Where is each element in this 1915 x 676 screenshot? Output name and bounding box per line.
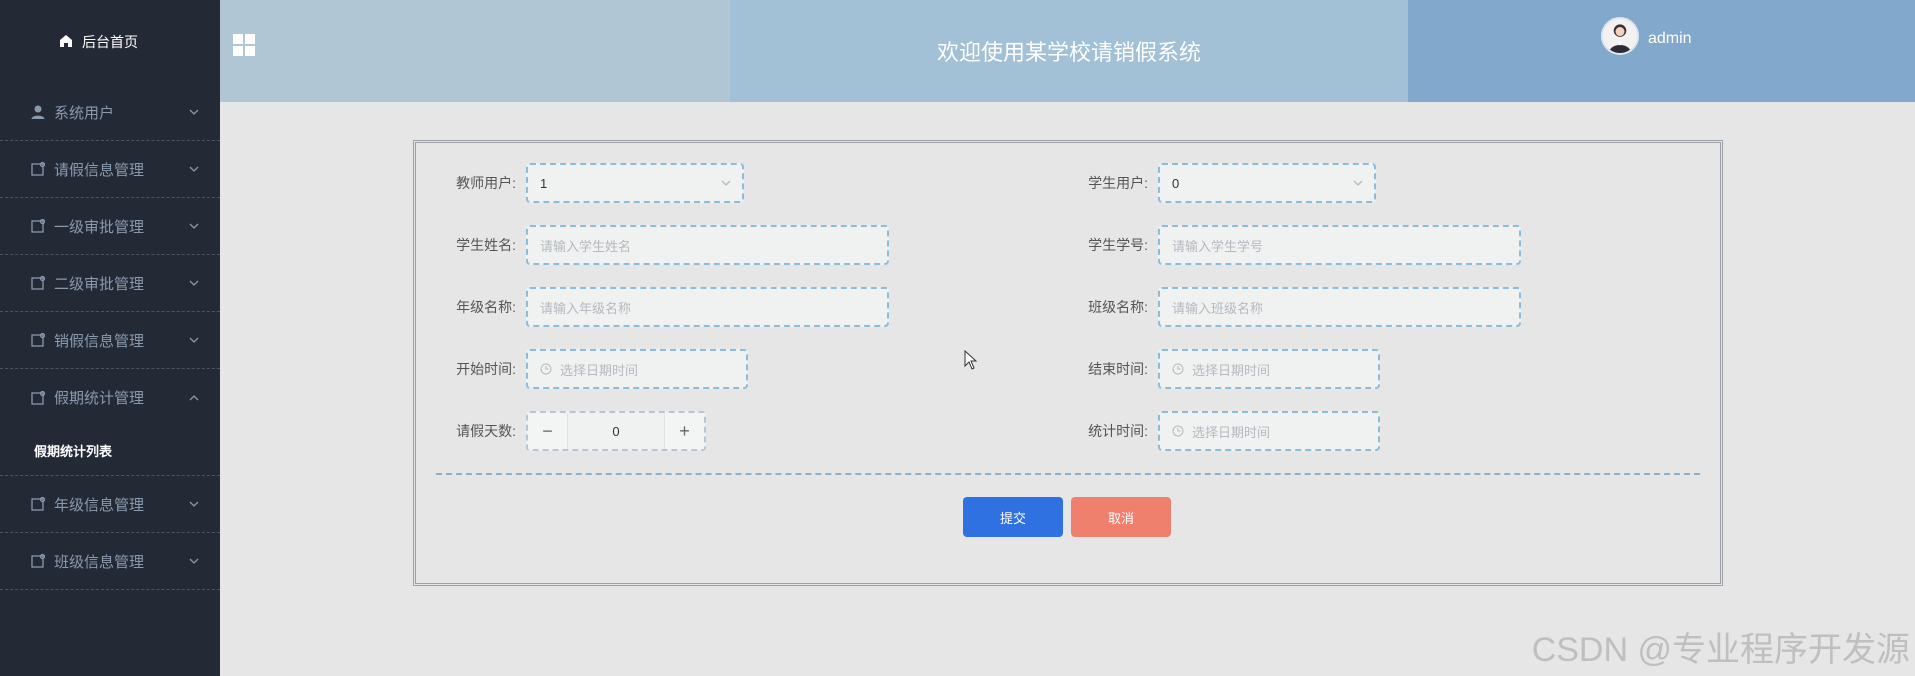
row-end-time: 结束时间: 选择日期时间 — [1078, 349, 1380, 389]
form-container: 教师用户: 1 学生用户: 0 学生姓名: 请输入学生姓名 学生学号: 请输入学… — [413, 140, 1723, 586]
class-label: 班级名称: — [1088, 299, 1148, 315]
student-value: 0 — [1172, 175, 1180, 191]
sidebar-item-label: 请假信息管理 — [54, 161, 145, 179]
student-name-placeholder: 请输入学生姓名 — [540, 238, 632, 254]
sidebar: 后台首页 系统用户 请假信息管理 一级审批管理 二级审批管理 销假信息管理 假期… — [0, 0, 220, 676]
edit-icon — [30, 218, 46, 234]
chevron-down-icon — [188, 334, 200, 346]
user-name[interactable]: admin — [1648, 30, 1692, 48]
student-no-placeholder: 请输入学生学号 — [1172, 238, 1264, 254]
grade-label: 年级名称: — [456, 299, 516, 315]
student-no-input[interactable]: 请输入学生学号 — [1158, 225, 1521, 265]
sidebar-item-label: 系统用户 — [54, 104, 115, 122]
start-time-label: 开始时间: — [456, 361, 516, 377]
sidebar-item-return-leave[interactable]: 销假信息管理 — [0, 312, 220, 369]
sidebar-item-system-user[interactable]: 系统用户 — [0, 84, 220, 141]
chevron-down-icon — [1352, 177, 1364, 189]
sidebar-item-holiday-stats[interactable]: 假期统计管理 — [0, 369, 220, 426]
end-time-placeholder: 选择日期时间 — [1192, 362, 1271, 378]
sidebar-item-label: 销假信息管理 — [54, 332, 145, 350]
chevron-down-icon — [188, 555, 200, 567]
row-student: 学生用户: 0 — [1078, 163, 1376, 203]
chevron-down-icon — [188, 163, 200, 175]
chevron-down-icon — [720, 177, 732, 189]
leave-days-label: 请假天数: — [456, 423, 516, 439]
sidebar-subitem-holiday-stats-list[interactable]: 假期统计列表 — [0, 426, 220, 476]
row-class: 班级名称: 请输入班级名称 — [1078, 287, 1521, 327]
increment-button[interactable]: + — [664, 413, 704, 449]
edit-icon — [30, 496, 46, 512]
sidebar-item-label: 一级审批管理 — [54, 218, 145, 236]
leave-days-value[interactable]: 0 — [568, 413, 664, 449]
stat-time-placeholder: 选择日期时间 — [1192, 424, 1271, 440]
row-start-time: 开始时间: 选择日期时间 — [446, 349, 748, 389]
start-time-placeholder: 选择日期时间 — [560, 362, 639, 378]
watermark: CSDN @专业程序开发源 — [1531, 631, 1910, 669]
stat-time-label: 统计时间: — [1088, 423, 1148, 439]
decrement-button[interactable]: − — [528, 413, 568, 449]
class-placeholder: 请输入班级名称 — [1172, 300, 1264, 316]
sidebar-item-grade-info[interactable]: 年级信息管理 — [0, 476, 220, 533]
mouse-cursor-icon — [964, 350, 978, 370]
chevron-down-icon — [188, 498, 200, 510]
student-select[interactable]: 0 — [1158, 163, 1376, 203]
header-user-area: admin — [1408, 0, 1915, 102]
clock-icon — [1172, 363, 1184, 375]
sidebar-item-leave-info[interactable]: 请假信息管理 — [0, 141, 220, 198]
clock-icon — [1172, 425, 1184, 437]
row-stat-time: 统计时间: 选择日期时间 — [1078, 411, 1380, 451]
submit-button[interactable]: 提交 — [963, 497, 1063, 537]
chevron-up-icon — [188, 392, 200, 404]
row-grade: 年级名称: 请输入年级名称 — [446, 287, 889, 327]
row-student-name: 学生姓名: 请输入学生姓名 — [446, 225, 889, 265]
avatar[interactable] — [1601, 17, 1639, 55]
sidebar-home-label: 后台首页 — [82, 34, 138, 50]
stat-time-picker[interactable]: 选择日期时间 — [1158, 411, 1380, 451]
chevron-down-icon — [188, 106, 200, 118]
grade-placeholder: 请输入年级名称 — [540, 300, 632, 316]
header: 欢迎使用某学校请销假系统 admin — [220, 0, 1915, 102]
start-time-picker[interactable]: 选择日期时间 — [526, 349, 748, 389]
sidebar-home[interactable]: 后台首页 — [0, 0, 220, 84]
teacher-select[interactable]: 1 — [526, 163, 744, 203]
edit-icon — [30, 275, 46, 291]
row-leave-days: 请假天数: − 0 + — [446, 411, 706, 451]
student-name-label: 学生姓名: — [456, 237, 516, 253]
leave-days-stepper: − 0 + — [526, 411, 706, 451]
user-icon — [30, 104, 46, 120]
edit-icon — [30, 553, 46, 569]
grade-input[interactable]: 请输入年级名称 — [526, 287, 889, 327]
grid-menu-icon[interactable] — [233, 34, 255, 56]
page-title: 欢迎使用某学校请销假系统 — [730, 0, 1408, 102]
teacher-value: 1 — [540, 175, 548, 191]
sidebar-item-label: 班级信息管理 — [54, 553, 145, 571]
header-left — [220, 0, 730, 102]
edit-icon — [30, 161, 46, 177]
row-student-no: 学生学号: 请输入学生学号 — [1078, 225, 1521, 265]
chevron-down-icon — [188, 220, 200, 232]
student-name-input[interactable]: 请输入学生姓名 — [526, 225, 889, 265]
class-input[interactable]: 请输入班级名称 — [1158, 287, 1521, 327]
sidebar-item-label: 年级信息管理 — [54, 496, 145, 514]
sidebar-item-label: 假期统计管理 — [54, 390, 145, 407]
teacher-label: 教师用户: — [456, 175, 516, 191]
end-time-label: 结束时间: — [1088, 361, 1148, 377]
edit-icon — [30, 390, 46, 406]
home-icon — [58, 33, 74, 52]
cancel-button[interactable]: 取消 — [1071, 497, 1171, 537]
sidebar-item-label: 二级审批管理 — [54, 275, 145, 293]
form-divider — [436, 473, 1700, 475]
sidebar-item-class-info[interactable]: 班级信息管理 — [0, 533, 220, 590]
end-time-picker[interactable]: 选择日期时间 — [1158, 349, 1380, 389]
chevron-down-icon — [188, 277, 200, 289]
student-no-label: 学生学号: — [1088, 237, 1148, 253]
clock-icon — [540, 363, 552, 375]
sidebar-item-second-approval[interactable]: 二级审批管理 — [0, 255, 220, 312]
row-teacher: 教师用户: 1 — [446, 163, 744, 203]
edit-icon — [30, 332, 46, 348]
student-label: 学生用户: — [1088, 175, 1148, 191]
sidebar-item-first-approval[interactable]: 一级审批管理 — [0, 198, 220, 255]
